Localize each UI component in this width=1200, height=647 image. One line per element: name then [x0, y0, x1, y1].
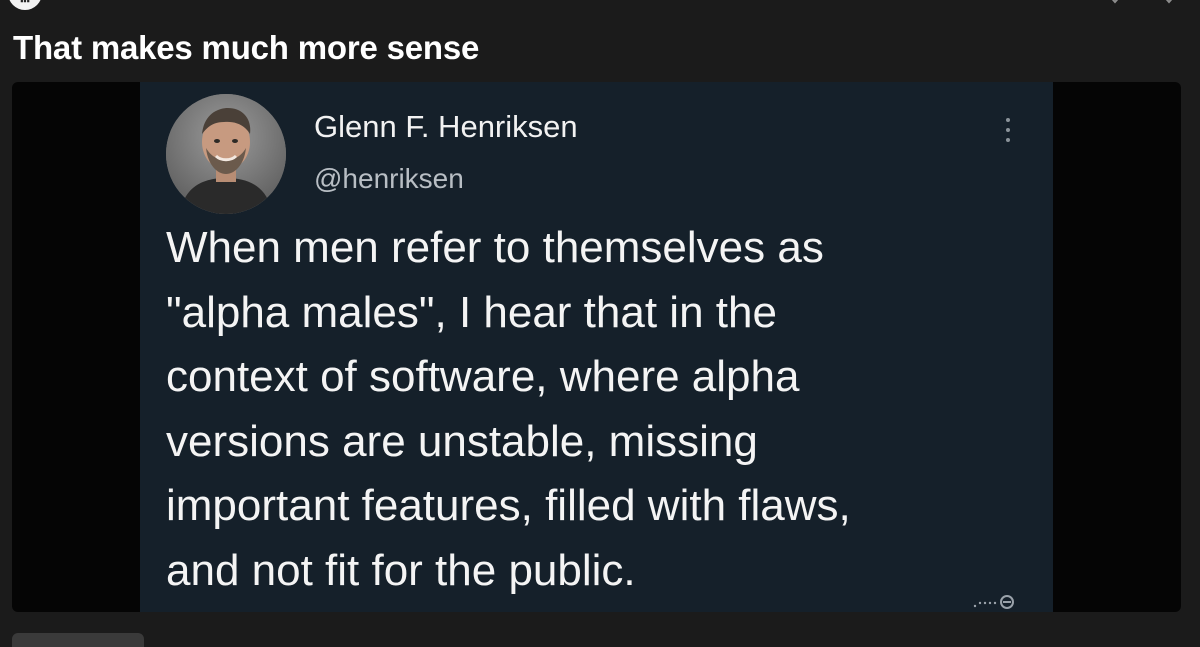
author-handle: @henriksen	[314, 163, 464, 194]
author-name: Glenn F. Henriksen	[314, 109, 578, 144]
watermark-icon	[972, 592, 1024, 610]
tweet-text-line: important features, filled with flaws,	[166, 481, 851, 530]
tweet-text-line: versions are unstable, missing	[166, 416, 758, 466]
tweet-text-line: context of software, where alpha	[166, 352, 800, 401]
bookmark-icon[interactable]	[1106, 0, 1124, 6]
more-icon[interactable]	[1160, 0, 1178, 6]
community-avatar-icon: ▪▪▪	[20, 0, 30, 6]
post-view: ▪▪▪ • • • • • That makes much more sense	[0, 0, 1200, 647]
post-meta-cropped: • • • • •	[58, 0, 164, 6]
tweet-text-line: When men refer to themselves as	[166, 223, 824, 272]
tweet-text-line: and not fit for the public.	[166, 545, 636, 595]
tweet-screenshot: Glenn F. Henriksen @henriksen When men r…	[140, 82, 1053, 612]
action-button-cropped[interactable]	[12, 633, 144, 647]
author-photo	[166, 94, 286, 214]
author-avatar	[166, 94, 286, 214]
post-image[interactable]: Glenn F. Henriksen @henriksen When men r…	[12, 82, 1181, 612]
more-vertical-icon[interactable]	[996, 112, 1020, 148]
tweet-text-line: "alpha males", I hear that in the	[166, 287, 777, 337]
post-title: That makes much more sense	[13, 29, 480, 66]
tweet-text: When men refer to themselves as "alpha m…	[166, 216, 1036, 603]
community-avatar[interactable]: ▪▪▪	[8, 0, 42, 10]
